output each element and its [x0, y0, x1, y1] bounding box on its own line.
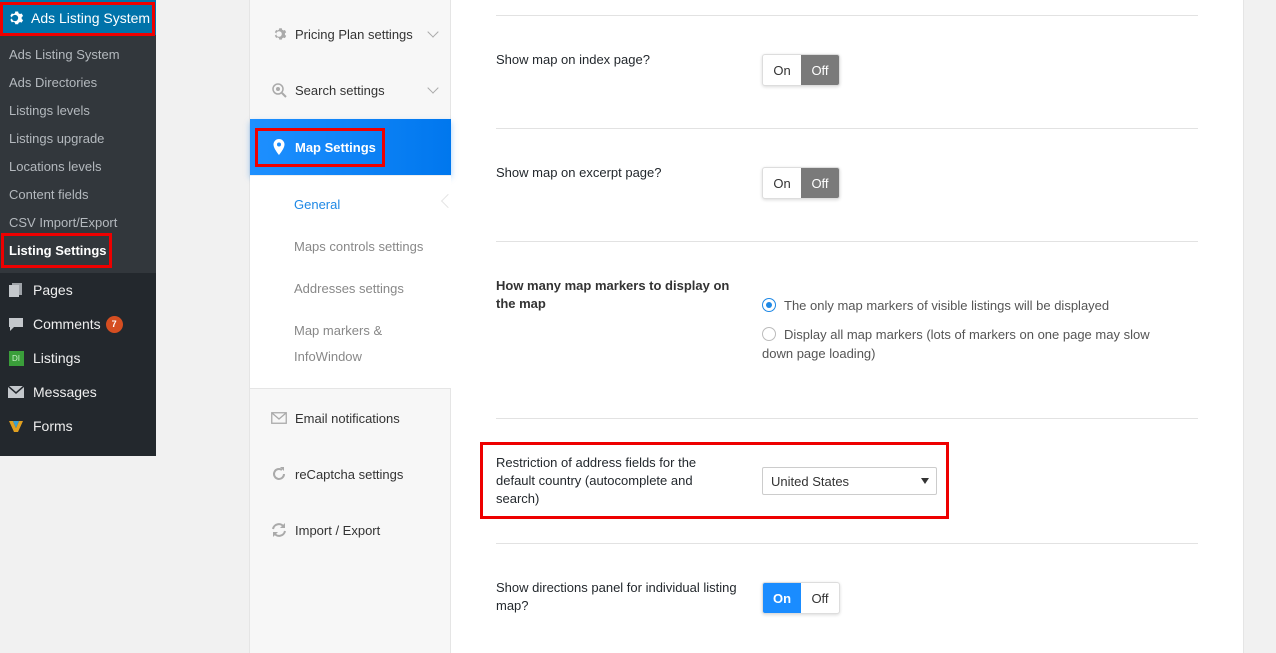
sync-icon	[270, 521, 288, 539]
toggle-on[interactable]: On	[763, 168, 801, 198]
menu-item-label: Forms	[33, 418, 73, 434]
tab-search-settings[interactable]: Search settings	[250, 70, 451, 110]
envelope-icon	[270, 409, 288, 427]
label-show-map-excerpt: Show map on excerpt page?	[496, 165, 662, 180]
refresh-icon	[270, 465, 288, 483]
tab-label: reCaptcha settings	[295, 466, 404, 482]
submenu-listings-levels[interactable]: Listings levels	[9, 103, 90, 118]
toggle-off[interactable]: Off	[801, 583, 839, 613]
submenu-content-fields[interactable]: Content fields	[9, 187, 89, 202]
submenu-csv-import-export[interactable]: CSV Import/Export	[9, 215, 117, 230]
radio-option-all-markers[interactable]: Display all map markers (lots of markers…	[762, 325, 1182, 363]
tab-label: Email notifications	[295, 410, 400, 426]
tab-pricing-plan-settings[interactable]: Pricing Plan settings	[250, 14, 451, 54]
menu-item-listings[interactable]: DI Listings	[0, 341, 156, 375]
divider	[496, 543, 1198, 544]
submenu-ads-directories[interactable]: Ads Directories	[9, 75, 97, 90]
menu-item-pages[interactable]: Pages	[0, 273, 156, 307]
menu-item-label: Messages	[33, 384, 97, 400]
divider	[496, 241, 1198, 242]
radio-button[interactable]	[762, 327, 776, 341]
toggle-on-selected[interactable]: On	[763, 583, 801, 613]
admin-sidebar: Ads Listing System Ads Listing System Ad…	[0, 0, 156, 456]
tab-import-export[interactable]: Import / Export	[250, 510, 451, 550]
settings-tab-nav: Pricing Plan settings Search settings Ma…	[250, 0, 456, 653]
country-select[interactable]: United States	[762, 467, 937, 495]
tab-label: Import / Export	[295, 522, 381, 538]
divider	[496, 418, 1198, 419]
menu-item-label: Listings	[33, 350, 81, 366]
radio-label: Display all map markers (lots of markers…	[762, 327, 1150, 361]
submenu-ads-listing-system[interactable]: Ads Listing System	[9, 47, 120, 62]
subtab-addresses-settings[interactable]: Addresses settings	[294, 276, 444, 302]
toggle-off-selected[interactable]: Off	[801, 168, 839, 198]
chevron-down-icon	[427, 26, 439, 38]
submenu-listing-settings[interactable]: Listing Settings	[9, 243, 107, 258]
listings-icon-text: DI	[8, 350, 24, 366]
menu-item-messages[interactable]: Messages	[0, 375, 156, 409]
country-select-value: United States	[771, 473, 850, 489]
toggle-show-map-excerpt[interactable]: On Off	[762, 167, 840, 199]
menu-item-forms[interactable]: Forms	[0, 409, 156, 443]
toggle-show-map-index[interactable]: On Off	[762, 54, 840, 86]
comments-icon	[6, 315, 26, 333]
tab-map-settings[interactable]: Map Settings	[250, 119, 451, 175]
radio-button-checked[interactable]	[762, 298, 776, 312]
menu-item-ads-listing-system[interactable]: Ads Listing System	[0, 0, 156, 35]
admin-submenu: Ads Listing System Ads Directories Listi…	[0, 35, 156, 273]
radio-label: The only map markers of visible listings…	[784, 298, 1110, 313]
map-settings-subtabs: General Maps controls settings Addresses…	[250, 175, 451, 389]
chevron-down-icon	[427, 82, 439, 94]
toggle-on[interactable]: On	[763, 55, 801, 85]
toggle-off-selected[interactable]: Off	[801, 55, 839, 85]
pages-icon	[6, 281, 26, 299]
tab-recaptcha-settings[interactable]: reCaptcha settings	[250, 454, 451, 494]
subtab-general[interactable]: General	[294, 192, 444, 218]
menu-item-label: Ads Listing System	[31, 9, 151, 26]
toggle-directions-panel[interactable]: On Off	[762, 582, 840, 614]
menu-item-label: Pages	[33, 282, 73, 298]
subtab-map-markers-infowindow[interactable]: Map markers & InfoWindow	[294, 318, 404, 370]
label-show-map-index: Show map on index page?	[496, 52, 650, 67]
submenu-listings-upgrade[interactable]: Listings upgrade	[9, 131, 104, 146]
label-map-markers-count: How many map markers to display on the m…	[496, 278, 730, 311]
label-address-restriction: Restriction of address fields for the de…	[496, 455, 697, 506]
tab-label: Pricing Plan settings	[295, 26, 413, 42]
dropdown-caret-icon	[921, 478, 929, 484]
comments-count-badge: 7	[105, 315, 123, 333]
gear-icon	[6, 9, 24, 27]
tab-label: Map Settings	[295, 139, 376, 155]
messages-icon	[6, 383, 26, 401]
gear-icon	[270, 25, 288, 43]
map-pin-icon	[270, 138, 288, 156]
subtab-maps-controls-settings[interactable]: Maps controls settings	[294, 234, 444, 260]
search-settings-icon	[270, 81, 288, 99]
divider	[496, 15, 1198, 16]
listings-icon: DI	[6, 349, 26, 367]
radio-option-visible-markers[interactable]: The only map markers of visible listings…	[762, 296, 1182, 315]
divider	[496, 128, 1198, 129]
tab-email-notifications[interactable]: Email notifications	[250, 398, 451, 438]
menu-item-label: Comments	[33, 316, 101, 332]
label-directions-panel: Show directions panel for individual lis…	[496, 580, 737, 613]
tab-label: Search settings	[295, 82, 385, 98]
submenu-locations-levels[interactable]: Locations levels	[9, 159, 102, 174]
menu-item-comments[interactable]: Comments 7	[0, 307, 156, 341]
forms-icon	[6, 417, 26, 435]
